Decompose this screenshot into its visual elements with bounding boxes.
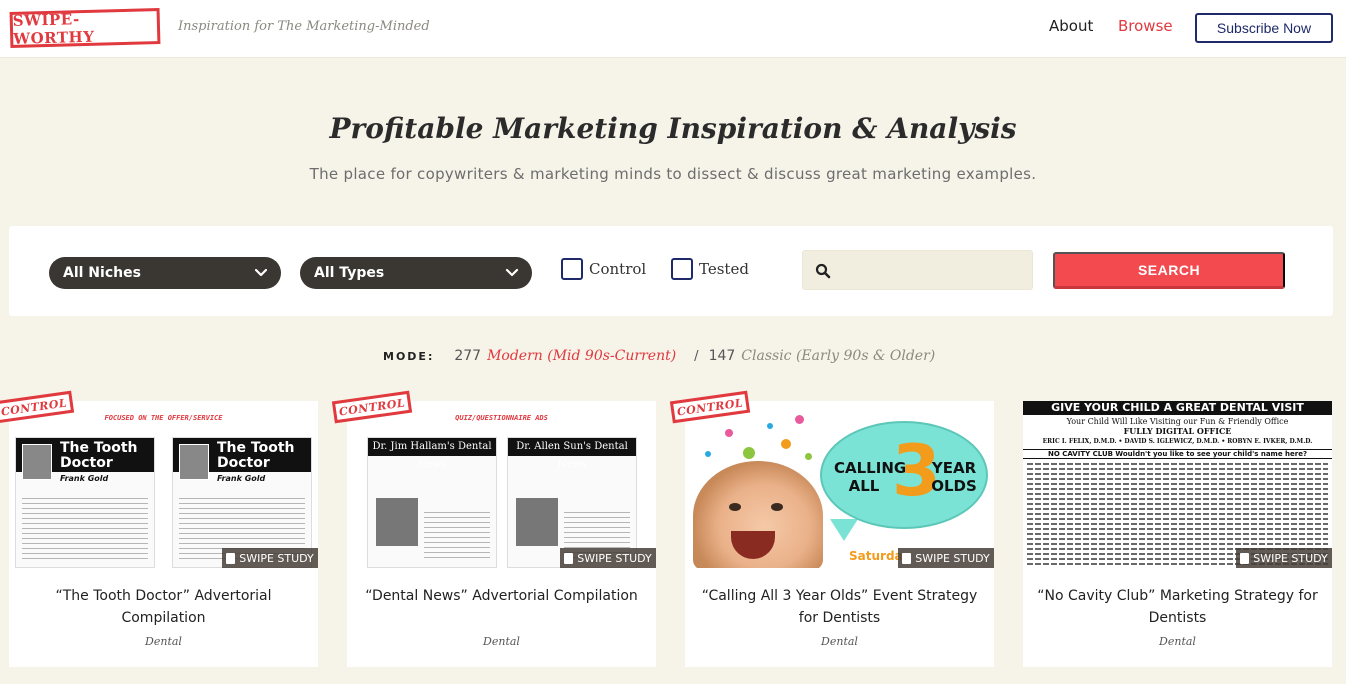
mode-label: MODE:	[383, 350, 435, 363]
swipe-card[interactable]: CONTROL QUIZ/QUESTIONNAIRE ADS Dr. Jim H…	[331, 390, 656, 667]
document-icon	[564, 552, 574, 564]
ribbon-label: SWIPE STUDY	[915, 551, 990, 565]
ribbon-label: SWIPE STUDY	[577, 551, 652, 565]
nav-about-link[interactable]: About	[1049, 17, 1093, 35]
bubble-text-left: CALLING ALL	[834, 459, 907, 495]
ad-subline: ERIC I. FELIX, D.M.D. • DAVID S. IGLEWIC…	[1042, 438, 1313, 445]
confetti-dot	[767, 423, 773, 429]
doc-masthead: Dr. Jim Hallam's Dental News	[368, 438, 496, 470]
confetti-dot	[781, 439, 791, 449]
filter-bar: All Niches All Types Control Tested SEAR…	[9, 226, 1333, 316]
confetti-dot	[795, 415, 804, 424]
control-checkbox[interactable]: Control	[561, 258, 646, 280]
tested-checkbox-label: Tested	[699, 260, 749, 278]
ad-subline: Your Child Will Like Visiting our Fun & …	[1066, 417, 1289, 426]
type-select-value: All Types	[314, 265, 385, 281]
card-niche[interactable]: Dental	[9, 635, 318, 648]
control-checkbox-label: Control	[589, 260, 647, 278]
swipe-study-ribbon: SWIPE STUDY	[1236, 548, 1332, 568]
bubble-text-right: YEAR OLDS	[931, 459, 977, 495]
nav-browse-link[interactable]: Browse	[1118, 17, 1173, 35]
document-icon	[902, 552, 912, 564]
ad-headline: GIVE YOUR CHILD A GREAT DENTAL VISIT	[1023, 401, 1332, 415]
confetti-dot	[805, 453, 812, 460]
swipe-card[interactable]: CONTROL FOCUSED ON THE OFFER/SERVICE The…	[0, 390, 318, 667]
document-icon	[1240, 552, 1250, 564]
confetti-dot	[743, 447, 755, 459]
search-field[interactable]	[802, 250, 1033, 290]
search-input[interactable]	[839, 257, 1025, 285]
mode-switcher: MODE: 277 Modern (Mid 90s-Current) / 147…	[383, 348, 935, 364]
logo-text: SWIPE-WORTHY	[12, 10, 95, 48]
card-thumbnail[interactable]: CALLING ALL 3 YEAR OLDS Saturday SWIPE S…	[685, 401, 994, 568]
swipe-card[interactable]: GIVE YOUR CHILD A GREAT DENTAL VISIT You…	[1023, 401, 1332, 667]
doc-body-text	[22, 498, 148, 559]
document-icon	[226, 552, 236, 564]
card-title[interactable]: “Calling All 3 Year Olds” Event Strategy…	[695, 585, 984, 629]
subscribe-button[interactable]: Subscribe Now	[1195, 13, 1333, 43]
doctor-photo	[376, 498, 418, 546]
mode-separator: /	[694, 349, 699, 364]
doc-body-text	[424, 512, 490, 559]
confetti-dot	[705, 451, 711, 457]
swipe-study-ribbon: SWIPE STUDY	[560, 548, 656, 568]
card-title[interactable]: “The Tooth Doctor” Advertorial Compilati…	[19, 585, 308, 629]
ad-subline: FULLY DIGITAL OFFICE	[1123, 426, 1232, 436]
card-thumbnail[interactable]: FOCUSED ON THE OFFER/SERVICE The Tooth D…	[9, 401, 318, 568]
site-logo[interactable]: SWIPE-WORTHY	[9, 8, 161, 48]
child-eye	[729, 503, 741, 511]
thumb-caption: FOCUSED ON THE OFFER/SERVICE	[104, 414, 223, 422]
card-niche[interactable]: Dental	[1023, 635, 1332, 648]
child-photo	[693, 461, 823, 568]
child-eye	[771, 503, 783, 511]
confetti-dot	[725, 429, 733, 437]
niche-select-value: All Niches	[63, 265, 141, 281]
ribbon-label: SWIPE STUDY	[1253, 551, 1328, 565]
modern-count: 277	[454, 348, 482, 364]
control-checkbox-box[interactable]	[561, 258, 583, 280]
hero-title: Profitable Marketing Inspiration & Analy…	[329, 112, 1017, 145]
swipe-study-ribbon: SWIPE STUDY	[898, 548, 994, 568]
doc-masthead: Dr. Allen Sun's Dental News	[508, 438, 636, 470]
swipe-study-ribbon: SWIPE STUDY	[222, 548, 318, 568]
card-niche[interactable]: Dental	[347, 635, 656, 648]
mode-classic-link[interactable]: Classic (Early 90s & Older)	[741, 348, 935, 364]
classic-count: 147	[708, 348, 736, 364]
mode-modern-link[interactable]: Modern (Mid 90s-Current)	[487, 348, 676, 364]
niche-select[interactable]: All Niches	[49, 257, 281, 289]
tagline: Inspiration for The Marketing-Minded	[178, 19, 430, 34]
card-thumbnail[interactable]: GIVE YOUR CHILD A GREAT DENTAL VISIT You…	[1023, 401, 1332, 568]
chevron-down-icon	[254, 268, 268, 277]
swipe-card[interactable]: CONTROL CALLING ALL 3 YEAR OLDS Saturday…	[669, 390, 994, 667]
ad-document-left: The Tooth Doctor Frank Gold	[15, 437, 155, 568]
search-button[interactable]: SEARCH	[1053, 252, 1285, 289]
ad-club-bar: NO CAVITY CLUB Wouldn't you like to see …	[1023, 449, 1332, 459]
thumb-caption: QUIZ/QUESTIONNAIRE ADS	[455, 414, 548, 422]
chevron-down-icon	[505, 268, 519, 277]
card-thumbnail[interactable]: QUIZ/QUESTIONNAIRE ADS Dr. Jim Hallam's …	[347, 401, 656, 568]
doctor-photo	[179, 444, 209, 480]
card-niche[interactable]: Dental	[685, 635, 994, 648]
top-navbar: SWIPE-WORTHY Inspiration for The Marketi…	[0, 0, 1346, 58]
card-title[interactable]: “Dental News” Advertorial Compilation	[357, 585, 646, 607]
speech-bubble: CALLING ALL 3 YEAR OLDS	[820, 421, 988, 529]
card-title[interactable]: “No Cavity Club” Marketing Strategy for …	[1033, 585, 1322, 629]
speech-bubble-tail	[830, 519, 858, 541]
child-mouth	[731, 531, 775, 559]
ribbon-label: SWIPE STUDY	[239, 551, 314, 565]
doctor-photo	[516, 498, 558, 546]
doctor-photo	[22, 444, 52, 480]
tested-checkbox[interactable]: Tested	[671, 258, 749, 280]
type-select[interactable]: All Types	[300, 257, 532, 289]
tested-checkbox-box[interactable]	[671, 258, 693, 280]
hero-subtitle: The place for copywriters & marketing mi…	[309, 165, 1037, 183]
ad-document-left: Dr. Jim Hallam's Dental News	[367, 437, 497, 568]
search-icon	[815, 263, 831, 279]
